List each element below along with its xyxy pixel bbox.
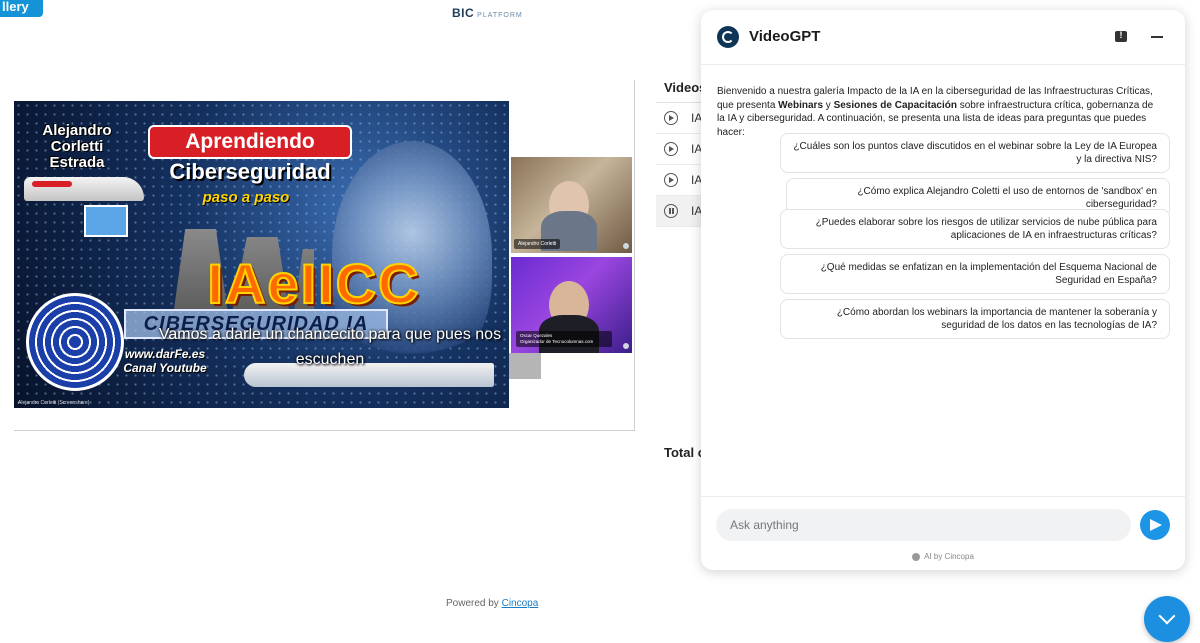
participant-avatar — [539, 281, 599, 353]
video-subtitle-2: paso a paso — [202, 189, 290, 206]
participant-role: Organizador de Tecnocolumnas.com — [520, 339, 594, 344]
participant-name-tag: Oscar Quezales Organizador de Tecnocolum… — [516, 331, 612, 347]
presenter-tag: Alejandro Corletti (Screenshare) — [18, 400, 90, 406]
suggestion-chip[interactable]: ¿Qué medidas se enfatizan en la implemen… — [780, 254, 1170, 294]
suggestion-chip[interactable]: ¿Puedes elaborar sobre los riesgos de ut… — [780, 209, 1170, 249]
bic-platform-logo: BIC PLATFORM — [452, 6, 523, 20]
video-author: Alejandro Corletti Estrada — [22, 123, 132, 171]
video-main-title: IAeIICC — [206, 251, 421, 316]
chat-footer: AI by Cincopa — [701, 496, 1185, 570]
participant-avatar — [541, 181, 597, 251]
lock-illustration — [84, 205, 128, 237]
cincopa-link[interactable]: Cincopa — [502, 598, 539, 609]
report-icon[interactable] — [1115, 30, 1127, 42]
participant-cam-1: Alejandro Corletti — [511, 157, 632, 253]
ai-by-cincopa: AI by Cincopa — [701, 552, 1185, 561]
chat-header: VideoGPT — [701, 10, 1185, 65]
suggestion-chip[interactable]: ¿Cómo abordan los webinars la importanci… — [780, 299, 1170, 339]
page: llery BIC PLATFORM Alejandro Corletti Es… — [0, 0, 1200, 643]
gallery-button[interactable]: llery — [0, 0, 43, 17]
intro-text: y — [823, 99, 834, 111]
intro-bold-sesiones: Sesiones de Capacitación — [833, 99, 957, 111]
video-banner: Aprendiendo — [148, 125, 352, 159]
mic-icon — [623, 343, 629, 349]
chat-body: Bienvenido a nuestra galería Impacto de … — [701, 65, 1185, 495]
cincopa-logo-icon — [717, 26, 739, 48]
total-count-label: Total c — [664, 445, 704, 460]
suggestion-chip[interactable]: ¿Cuáles son los puntos clave discutidos … — [780, 133, 1170, 173]
play-icon — [664, 173, 678, 187]
minimize-icon[interactable] — [1151, 36, 1163, 38]
powered-by: Powered by Cincopa — [446, 598, 538, 609]
ai-by-label: AI by Cincopa — [924, 552, 974, 561]
author-line-2: Corletti — [50, 138, 104, 155]
participant-name: Alejandro Corletti — [514, 239, 561, 249]
flower-of-life-seal — [26, 293, 124, 391]
send-button[interactable] — [1140, 510, 1170, 540]
play-icon — [664, 111, 678, 125]
chat-intro-message: Bienvenido a nuestra galería Impacto de … — [717, 85, 1157, 139]
overlay-block — [509, 353, 541, 379]
video-caption: Vamos a darle un chancecito para que pue… — [158, 326, 502, 368]
chat-title: VideoGPT — [749, 28, 821, 45]
mic-icon — [623, 243, 629, 249]
play-icon — [664, 142, 678, 156]
video-subtitle: Ciberseguridad — [169, 159, 331, 184]
logo-sub-text: PLATFORM — [477, 12, 523, 19]
ask-input[interactable] — [716, 509, 1131, 541]
airplane-illustration — [24, 177, 144, 201]
videogpt-chat-panel: VideoGPT Bienvenido a nuestra galería Im… — [701, 10, 1185, 570]
gallery-button-label: llery — [2, 0, 29, 14]
powered-by-prefix: Powered by — [446, 598, 499, 609]
author-line-1: Alejandro — [42, 122, 112, 139]
intro-bold-webinars: Webinars — [778, 99, 824, 111]
author-line-3: Estrada — [49, 154, 105, 171]
participant-cam-2: Oscar Quezales Organizador de Tecnocolum… — [511, 257, 632, 353]
cincopa-mini-icon — [912, 552, 921, 561]
pause-icon — [664, 204, 678, 218]
logo-main-text: BIC — [452, 6, 475, 20]
collapse-chat-button[interactable] — [1144, 596, 1190, 642]
